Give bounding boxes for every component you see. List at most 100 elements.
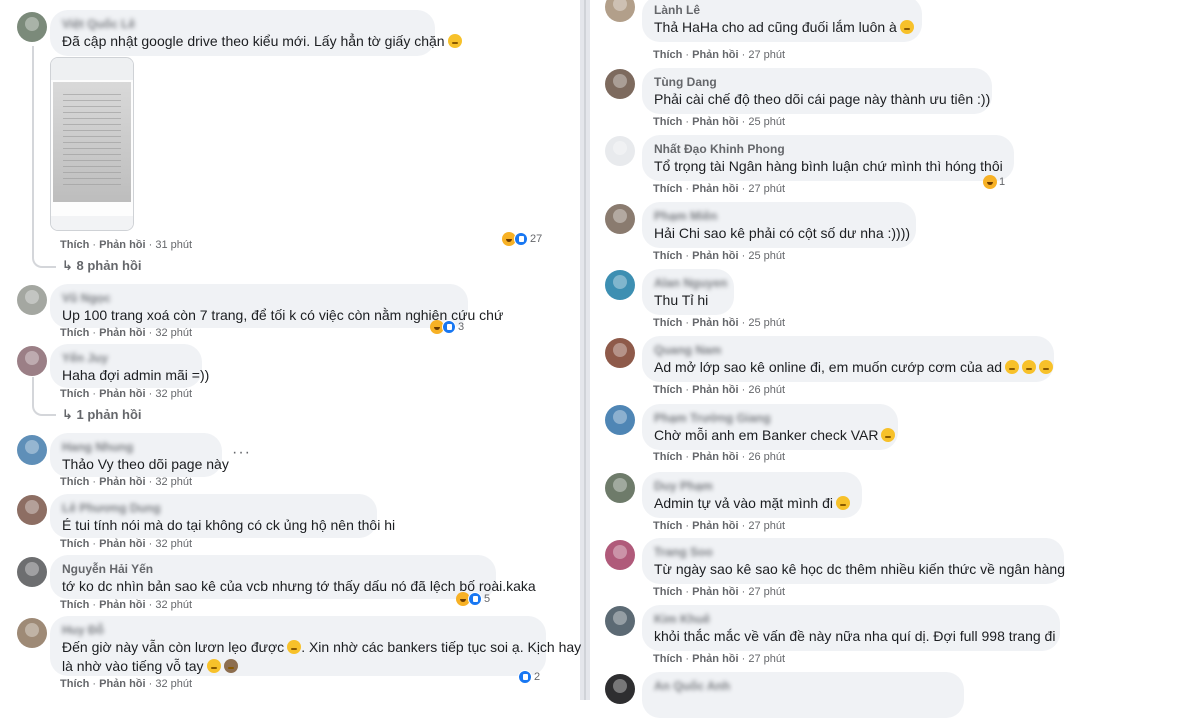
timestamp[interactable]: 27 phút bbox=[748, 586, 785, 598]
timestamp[interactable]: 32 phút bbox=[155, 599, 192, 611]
like-link[interactable]: Thích bbox=[653, 520, 682, 532]
reaction-summary[interactable]: 1 bbox=[983, 175, 1005, 189]
timestamp[interactable]: 27 phút bbox=[748, 183, 785, 195]
comment-author[interactable]: Quang Nam bbox=[654, 343, 1042, 358]
like-link[interactable]: Thích bbox=[653, 317, 682, 329]
reply-link[interactable]: Phản hồi bbox=[692, 520, 738, 532]
reaction-summary[interactable]: 2 bbox=[518, 670, 540, 684]
comment-author[interactable]: Alan Nguyen bbox=[654, 276, 727, 291]
like-link[interactable]: Thích bbox=[653, 250, 682, 262]
reaction-summary[interactable]: 5 bbox=[456, 592, 490, 606]
smile-emoji-icon bbox=[881, 428, 896, 442]
avatar[interactable] bbox=[17, 346, 47, 376]
comment-author[interactable]: Huy Đỗ bbox=[62, 623, 534, 638]
reply-link[interactable]: Phản hồi bbox=[692, 451, 738, 463]
comment-author[interactable]: Phạm Miên bbox=[654, 209, 904, 224]
avatar[interactable] bbox=[17, 557, 47, 587]
comment-author[interactable]: Tùng Dang bbox=[654, 75, 980, 90]
avatar[interactable] bbox=[605, 606, 635, 636]
timestamp[interactable]: 32 phút bbox=[155, 388, 192, 400]
like-link[interactable]: Thích bbox=[653, 586, 682, 598]
like-link[interactable]: Thích bbox=[653, 49, 682, 61]
comment-author[interactable]: Kim Khuê bbox=[654, 612, 1048, 627]
timestamp[interactable]: 25 phút bbox=[748, 317, 785, 329]
timestamp[interactable]: 25 phút bbox=[748, 250, 785, 262]
comment-bubble: Phạm Trường Giang Chờ mỗi anh em Banker … bbox=[642, 404, 898, 450]
timestamp[interactable]: 32 phút bbox=[155, 476, 192, 488]
like-link[interactable]: Thích bbox=[60, 538, 89, 550]
timestamp[interactable]: 27 phút bbox=[748, 49, 785, 61]
timestamp[interactable]: 32 phút bbox=[155, 678, 192, 690]
like-link[interactable]: Thích bbox=[60, 599, 89, 611]
comment-author[interactable]: Nguyễn Hải Yến bbox=[62, 562, 484, 577]
like-link[interactable]: Thích bbox=[653, 384, 682, 396]
avatar[interactable] bbox=[605, 69, 635, 99]
avatar[interactable] bbox=[605, 540, 635, 570]
reply-link[interactable]: Phản hồi bbox=[692, 586, 738, 598]
comment-author[interactable]: Lê Phương Dung bbox=[62, 501, 365, 516]
timestamp[interactable]: 31 phút bbox=[155, 239, 192, 251]
more-options-icon[interactable]: ··· bbox=[232, 444, 251, 462]
reply-link[interactable]: Phản hồi bbox=[99, 599, 145, 611]
avatar[interactable] bbox=[605, 0, 635, 22]
avatar[interactable] bbox=[605, 204, 635, 234]
reply-link[interactable]: Phản hồi bbox=[692, 317, 738, 329]
comment-author[interactable]: Phạm Trường Giang bbox=[654, 411, 886, 426]
comment-bubble: Nhất Đạo Khinh Phong Tổ trọng tài Ngân h… bbox=[642, 135, 1014, 181]
avatar[interactable] bbox=[17, 435, 47, 465]
avatar[interactable] bbox=[605, 136, 635, 166]
comment-author[interactable]: Việt Quốc Lê bbox=[62, 17, 423, 32]
comment-author[interactable]: An Quốc Anh bbox=[654, 679, 952, 694]
comment-author[interactable]: Vũ Ngọc bbox=[62, 291, 456, 306]
avatar[interactable] bbox=[605, 473, 635, 503]
avatar[interactable] bbox=[17, 12, 47, 42]
reply-link[interactable]: Phản hồi bbox=[99, 678, 145, 690]
comment-bubble: Alan Nguyen Thu Tỉ hi bbox=[642, 269, 734, 315]
reply-link[interactable]: Phản hồi bbox=[99, 388, 145, 400]
like-link[interactable]: Thích bbox=[60, 239, 89, 251]
reply-link[interactable]: Phản hồi bbox=[692, 183, 738, 195]
view-replies-link[interactable]: ↳ 1 phản hồi bbox=[62, 407, 142, 423]
comment-bubble: Trang Soo Từ ngày sao kê sao kê học dc t… bbox=[642, 538, 1065, 584]
comment-author[interactable]: Duy Phạm bbox=[654, 479, 850, 494]
reply-link[interactable]: Phản hồi bbox=[692, 653, 738, 665]
like-link[interactable]: Thích bbox=[653, 653, 682, 665]
like-link[interactable]: Thích bbox=[653, 116, 682, 128]
comment-author[interactable]: Trang Soo bbox=[654, 545, 1052, 560]
timestamp[interactable]: 27 phút bbox=[748, 653, 785, 665]
reply-link[interactable]: Phản hồi bbox=[692, 384, 738, 396]
like-link[interactable]: Thích bbox=[60, 327, 89, 339]
timestamp[interactable]: 32 phút bbox=[155, 327, 192, 339]
view-replies-link[interactable]: ↳ 8 phản hồi bbox=[62, 258, 142, 274]
like-link[interactable]: Thích bbox=[60, 678, 89, 690]
comment-author[interactable]: Hang Nhung bbox=[62, 440, 210, 455]
timestamp[interactable]: 26 phút bbox=[748, 384, 785, 396]
avatar[interactable] bbox=[605, 338, 635, 368]
avatar[interactable] bbox=[605, 405, 635, 435]
reply-link[interactable]: Phản hồi bbox=[99, 538, 145, 550]
avatar[interactable] bbox=[17, 495, 47, 525]
comment-author[interactable]: Yến Juy bbox=[62, 351, 190, 366]
like-link[interactable]: Thích bbox=[653, 183, 682, 195]
reply-link[interactable]: Phản hồi bbox=[99, 476, 145, 488]
comment-author[interactable]: Nhất Đạo Khinh Phong bbox=[654, 142, 1002, 157]
avatar[interactable] bbox=[17, 285, 47, 315]
like-link[interactable]: Thích bbox=[60, 476, 89, 488]
reply-link[interactable]: Phản hồi bbox=[692, 116, 738, 128]
avatar[interactable] bbox=[605, 270, 635, 300]
reply-link[interactable]: Phản hồi bbox=[99, 239, 145, 251]
reply-link[interactable]: Phản hồi bbox=[99, 327, 145, 339]
timestamp[interactable]: 32 phút bbox=[155, 538, 192, 550]
reply-link[interactable]: Phản hồi bbox=[692, 250, 738, 262]
timestamp[interactable]: 25 phút bbox=[748, 116, 785, 128]
reaction-summary[interactable]: 3 bbox=[430, 320, 464, 334]
avatar[interactable] bbox=[17, 618, 47, 648]
attached-phone-screenshot[interactable] bbox=[50, 57, 134, 231]
timestamp[interactable]: 26 phút bbox=[748, 451, 785, 463]
timestamp[interactable]: 27 phút bbox=[748, 520, 785, 532]
like-link[interactable]: Thích bbox=[60, 388, 89, 400]
like-link[interactable]: Thích bbox=[653, 451, 682, 463]
comment-author[interactable]: Lành Lê bbox=[654, 3, 910, 18]
reaction-summary[interactable]: 27 bbox=[502, 232, 542, 246]
reply-link[interactable]: Phản hồi bbox=[692, 49, 738, 61]
